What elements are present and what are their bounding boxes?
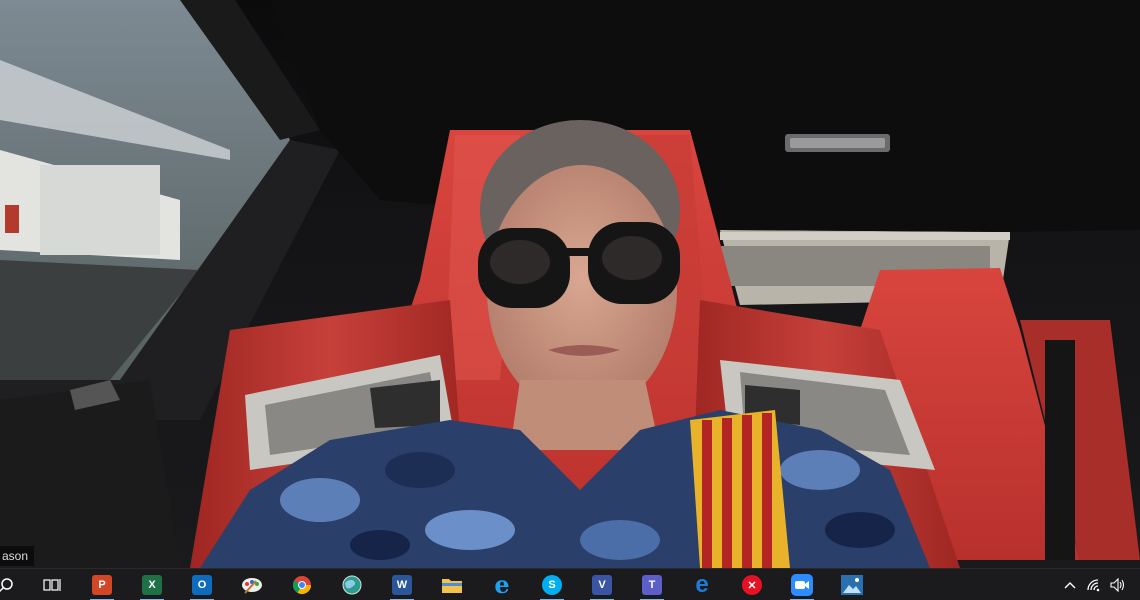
taskbar-app-file-explorer[interactable] [432,569,472,600]
taskbar: P X O W e S V T e ✕ [0,568,1140,600]
show-hidden-icons-button[interactable] [1060,569,1080,600]
photos-icon [841,575,863,595]
video-frame [0,0,1140,568]
volume-icon [1110,578,1125,592]
taskbar-app-internet-explorer[interactable]: e [482,569,522,600]
folder-icon [442,579,462,593]
search-icon [0,578,13,593]
word-icon: W [392,575,412,595]
skype-icon: S [542,575,562,595]
internet-explorer-icon: e [494,570,510,599]
taskbar-app-zoom[interactable] [782,569,822,600]
taskbar-app-paint[interactable] [232,569,272,600]
taskbar-app-teams[interactable]: T [632,569,672,600]
task-view-icon [43,579,61,591]
taskbar-app-photos[interactable] [832,569,872,600]
video-feed: ason [0,0,1140,568]
taskbar-app-chrome[interactable] [282,569,322,600]
taskbar-app-skype[interactable]: S [532,569,572,600]
close-icon: ✕ [742,575,762,595]
taskbar-app-edge[interactable]: e [682,569,722,600]
paint-icon [242,578,262,594]
taskbar-app-powerpoint[interactable]: P [82,569,122,600]
task-view-button[interactable] [32,569,72,600]
search-button[interactable] [0,569,26,600]
wifi-button[interactable] [1084,569,1104,600]
outlook-icon: O [192,575,212,595]
teams-icon: T [642,575,662,595]
excel-icon: X [142,575,162,595]
chrome-icon [292,576,311,595]
taskbar-app-close[interactable]: ✕ [732,569,772,600]
chevron-up-icon [1064,582,1076,589]
taskbar-app-visio[interactable]: V [582,569,622,600]
globe-icon [342,575,362,595]
participant-name-label: ason [0,546,35,566]
taskbar-app-excel[interactable]: X [132,569,172,600]
wifi-icon [1087,579,1100,592]
zoom-icon [791,574,813,596]
visio-icon: V [592,575,612,595]
edge-icon: e [695,571,709,598]
volume-button[interactable] [1108,569,1128,600]
taskbar-app-outlook[interactable]: O [182,569,222,600]
taskbar-app-word[interactable]: W [382,569,422,600]
taskbar-app-network[interactable] [332,569,372,600]
screen: ason P X O W e S V T e ✕ [0,0,1140,600]
powerpoint-icon: P [92,575,112,595]
